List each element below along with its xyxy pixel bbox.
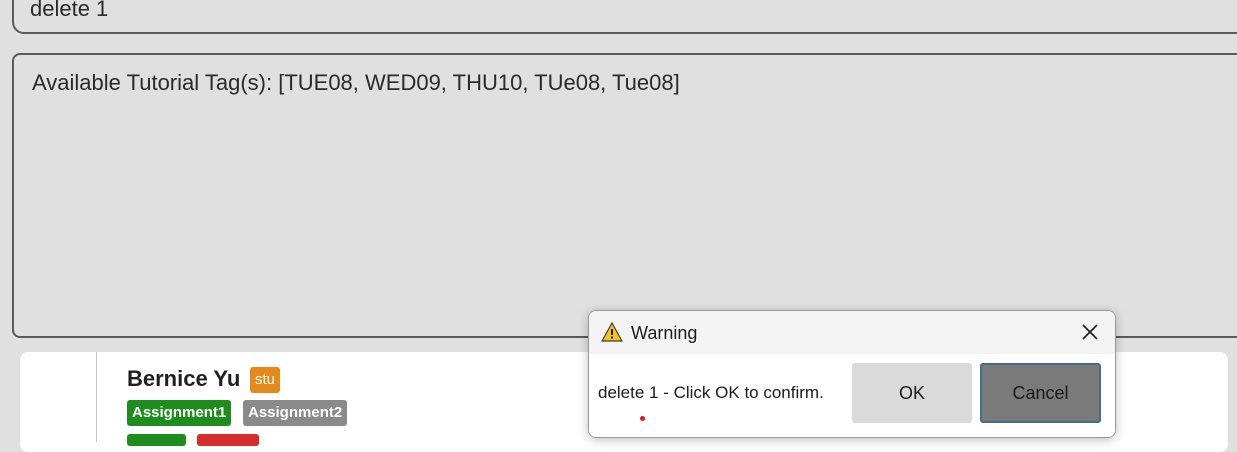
- tag-row2-red: [197, 434, 259, 446]
- close-icon[interactable]: [1081, 323, 1099, 341]
- assignment-tag-1: Assignment1: [127, 400, 232, 426]
- tag-row2-green: [127, 434, 186, 446]
- red-dot-indicator: [640, 416, 645, 421]
- dialog-titlebar: Warning: [589, 311, 1115, 354]
- card-divider: [96, 352, 97, 442]
- command-input-text[interactable]: delete 1: [30, 0, 108, 22]
- dialog-message: delete 1 - Click OK to confirm.: [598, 383, 824, 402]
- command-input-box[interactable]: [12, 0, 1237, 34]
- result-display-text: Available Tutorial Tag(s): [TUE08, WED09…: [32, 70, 680, 95]
- assignment-tag-2: Assignment2: [243, 400, 348, 426]
- ok-button[interactable]: OK: [852, 363, 972, 423]
- cancel-button[interactable]: Cancel: [980, 363, 1101, 423]
- warning-icon: [601, 322, 623, 342]
- role-tag: stu: [250, 367, 281, 393]
- person-name: Bernice Yu: [127, 366, 241, 391]
- dialog-title: Warning: [631, 323, 698, 343]
- warning-dialog: Warning delete 1 - Click OK to confirm. …: [588, 310, 1116, 438]
